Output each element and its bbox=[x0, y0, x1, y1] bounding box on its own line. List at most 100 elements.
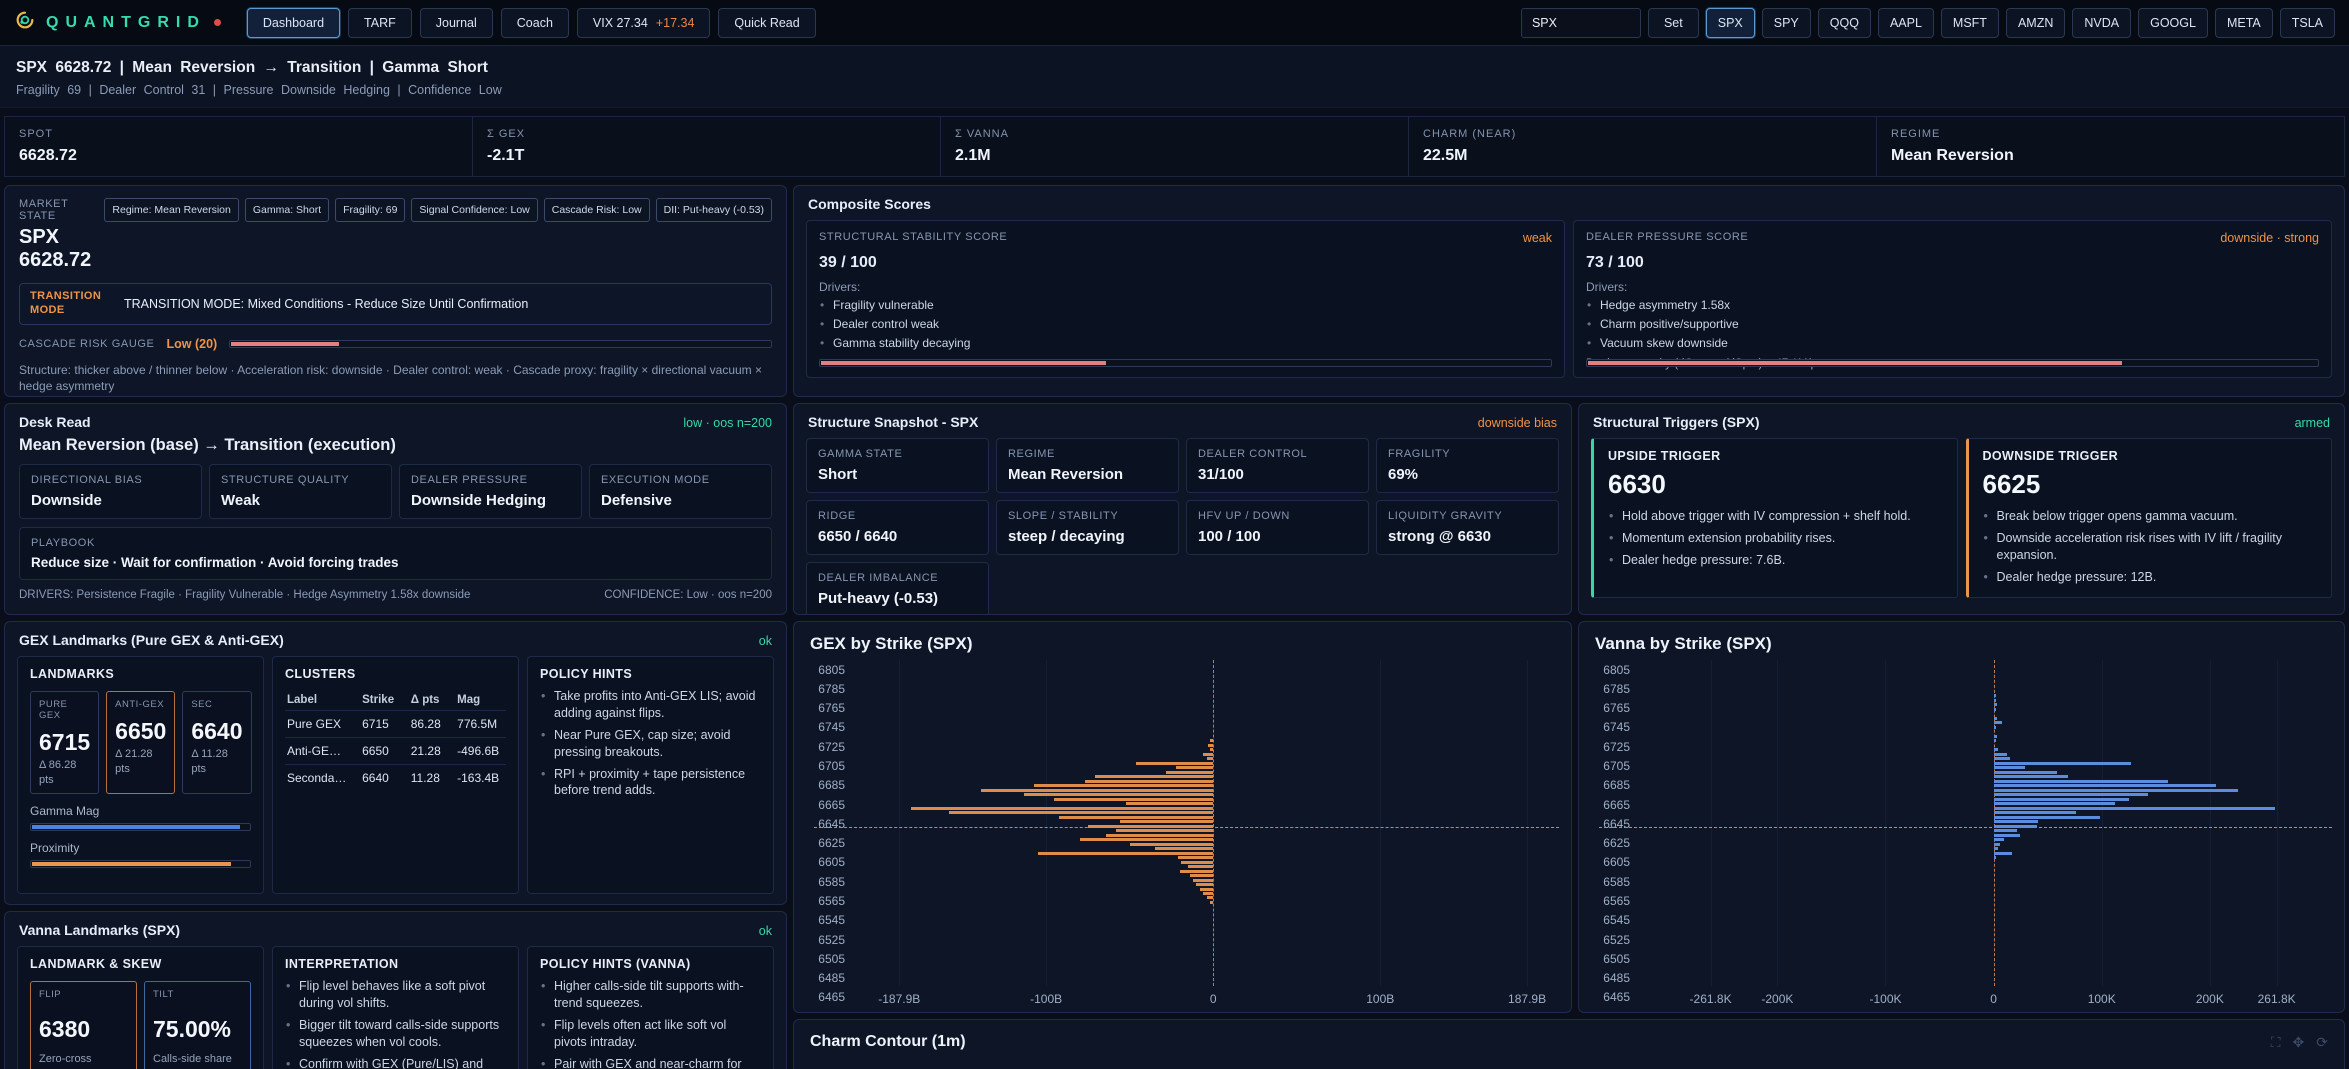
spot-line bbox=[1599, 827, 2332, 828]
vanna-bar bbox=[1994, 735, 1997, 738]
score-track bbox=[819, 359, 1552, 367]
gridline bbox=[1711, 660, 1712, 986]
gex-bar bbox=[1181, 861, 1213, 864]
vanna-bar bbox=[1994, 726, 1996, 729]
gex-bar bbox=[1085, 780, 1214, 783]
clusters-label: CLUSTERS bbox=[285, 667, 506, 681]
vanna-bar bbox=[1994, 694, 1996, 697]
hfv-cell: HFV UP / DOWN 100 / 100 bbox=[1186, 500, 1369, 555]
tile-sub: Calls-side share bbox=[153, 1053, 242, 1065]
tile-delta: Δ 21.28 bbox=[115, 748, 166, 760]
cell-value: strong @ 6630 bbox=[1388, 528, 1547, 545]
ticker-spy-button[interactable]: SPY bbox=[1762, 8, 1811, 38]
desk-read-panel: Desk Read low · oos n=200 Mean Reversion… bbox=[4, 403, 787, 615]
stat-vanna: Σ VANNA 2.1M bbox=[940, 116, 1409, 177]
proximity-fill bbox=[32, 862, 231, 866]
score-label: DEALER PRESSURE SCORE bbox=[1586, 231, 1748, 245]
vanna-bar bbox=[1994, 807, 2275, 810]
ticker-amzn-button[interactable]: AMZN bbox=[2006, 8, 2065, 38]
gridline bbox=[1527, 660, 1528, 986]
downside-trigger-card: DOWNSIDE TRIGGER 6625 Break below trigge… bbox=[1966, 438, 2333, 598]
transition-mode-text: TRANSITION MODE: Mixed Conditions - Redu… bbox=[124, 297, 528, 311]
set-button[interactable]: Set bbox=[1648, 8, 1699, 38]
gex-bar bbox=[1210, 739, 1213, 742]
badge-dii: DII: Put-heavy (-0.53) bbox=[656, 198, 772, 222]
x-tick-label: 0 bbox=[1210, 992, 1217, 1006]
gex-bar bbox=[1034, 784, 1213, 787]
fragility-cell: FRAGILITY 69% bbox=[1376, 438, 1559, 493]
modebar-reset-icon[interactable]: ⟳ bbox=[2316, 1034, 2328, 1051]
ticker-meta-button[interactable]: META bbox=[2215, 8, 2273, 38]
nav-dashboard-button[interactable]: Dashboard bbox=[247, 8, 340, 38]
gex-bar bbox=[1166, 771, 1213, 774]
card-value: Downside bbox=[31, 492, 190, 509]
y-tick-label: 6665 bbox=[818, 798, 845, 812]
ticker-spx-button[interactable]: SPX bbox=[1706, 8, 1755, 38]
landmark-skew-label: LANDMARK & SKEW bbox=[30, 957, 251, 971]
score-value: 73 / 100 bbox=[1586, 254, 2319, 272]
driver-item: Dealer control weak bbox=[819, 316, 1552, 332]
ticker-googl-button[interactable]: GOOGL bbox=[2138, 8, 2208, 38]
cell-value: 100 / 100 bbox=[1198, 528, 1357, 545]
modebar-zoom-icon[interactable]: ⛶ bbox=[2271, 1034, 2281, 1051]
hint-item: Near Pure GEX, cap size; avoid pressing … bbox=[540, 727, 761, 761]
y-tick-label: 6745 bbox=[1603, 720, 1630, 734]
gex-bar bbox=[1200, 888, 1213, 891]
vanna-bar bbox=[1994, 699, 1996, 702]
ticker-aapl-button[interactable]: AAPL bbox=[1878, 8, 1934, 38]
y-axis-labels: 6805678567656745672567056685666566456625… bbox=[798, 660, 854, 1010]
gex-plot-area[interactable] bbox=[854, 660, 1559, 986]
gex-bar bbox=[981, 789, 1213, 792]
vanna-bar bbox=[1994, 789, 2238, 792]
regime-cell: REGIME Mean Reversion bbox=[996, 438, 1179, 493]
vanna-bar bbox=[1994, 816, 2100, 819]
page-title: SPX 6628.72 | Mean Reversion → Transitio… bbox=[16, 59, 2333, 77]
gridline bbox=[1777, 660, 1778, 986]
nav-journal-button[interactable]: Journal bbox=[420, 8, 493, 38]
vanna-plot-area[interactable] bbox=[1639, 660, 2332, 986]
card-value: Downside Hedging bbox=[411, 492, 570, 509]
vanna-bar bbox=[1994, 829, 2018, 832]
gridline bbox=[2277, 660, 2278, 986]
policy-hints-vanna-card: POLICY HINTS (VANNA) Higher calls-side t… bbox=[527, 946, 774, 1069]
structure-note: Structure: thicker above / thinner below… bbox=[19, 362, 772, 396]
vix-button[interactable]: VIX 27.34+17.34 bbox=[577, 8, 711, 38]
y-tick-label: 6605 bbox=[818, 855, 845, 869]
quick-read-button[interactable]: Quick Read bbox=[718, 8, 815, 38]
tile-value: 6650 bbox=[115, 718, 166, 745]
ticker-msft-button[interactable]: MSFT bbox=[1941, 8, 1999, 38]
gridline bbox=[1885, 660, 1886, 986]
panel-title: GEX Landmarks (Pure GEX & Anti-GEX) bbox=[19, 632, 284, 648]
gex-bar bbox=[1188, 865, 1213, 868]
vanna-bar bbox=[1994, 757, 2010, 760]
gridline bbox=[1046, 660, 1047, 986]
cell-value: Short bbox=[818, 466, 977, 483]
y-tick-label: 6685 bbox=[1603, 778, 1630, 792]
x-tick-label: -187.9B bbox=[878, 992, 920, 1006]
vanna-bar bbox=[1994, 838, 2005, 841]
driver-item: Fragility vulnerable bbox=[819, 297, 1552, 313]
ticker-nvda-button[interactable]: NVDA bbox=[2072, 8, 2131, 38]
proximity-track bbox=[30, 860, 251, 868]
panel-title: Structure Snapshot - SPX bbox=[808, 414, 978, 430]
panel-status: ok bbox=[759, 634, 772, 648]
gamma-state-cell: GAMMA STATE Short bbox=[806, 438, 989, 493]
y-tick-label: 6805 bbox=[818, 663, 845, 677]
y-tick-label: 6805 bbox=[1603, 663, 1630, 677]
ticker-tsla-button[interactable]: TSLA bbox=[2280, 8, 2335, 38]
tile-label: TILT bbox=[153, 989, 242, 1000]
header-band: SPX 6628.72 | Mean Reversion → Transitio… bbox=[0, 46, 2349, 108]
modebar-pan-icon[interactable]: ✥ bbox=[2293, 1034, 2305, 1051]
nav-coach-button[interactable]: Coach bbox=[501, 8, 569, 38]
vanna-bar bbox=[1994, 748, 1998, 751]
badge-signal-confidence: Signal Confidence: Low bbox=[411, 198, 537, 222]
ticker-qqq-button[interactable]: QQQ bbox=[1818, 8, 1871, 38]
gex-bar bbox=[1126, 802, 1213, 805]
nav-tarf-button[interactable]: TARF bbox=[348, 8, 412, 38]
gex-bar bbox=[1136, 762, 1213, 765]
driver-item: Hedge asymmetry 1.58x bbox=[1586, 297, 2319, 313]
symbol-input[interactable] bbox=[1521, 8, 1641, 38]
chart-title: GEX by Strike (SPX) bbox=[794, 622, 1571, 658]
stat-value: 6628.72 bbox=[19, 147, 458, 165]
gamma-mag-label: Gamma Mag bbox=[30, 804, 251, 818]
